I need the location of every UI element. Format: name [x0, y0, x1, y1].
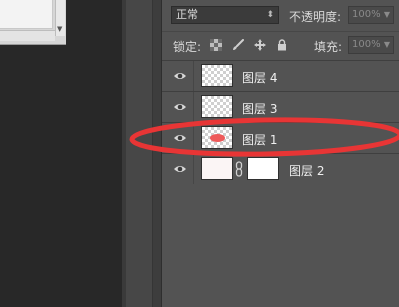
move-icon[interactable]	[254, 39, 266, 51]
lock-row: 锁定: 填充: 100% ▼	[162, 31, 399, 58]
fill-value: 100%	[352, 39, 381, 50]
lock-label: 锁定:	[173, 40, 202, 54]
chain-icon[interactable]	[235, 161, 243, 177]
eye-icon[interactable]	[173, 70, 187, 82]
layer-name[interactable]: 图层 4	[242, 69, 277, 86]
fill-label: 填充:	[314, 40, 343, 54]
eye-icon[interactable]	[173, 101, 187, 113]
panel-dock-gutter	[153, 0, 162, 307]
canvas-workspace: ▼	[0, 0, 122, 307]
checkerboard-lock-icon[interactable]	[210, 39, 222, 51]
collapsed-panel-dock[interactable]	[126, 0, 153, 307]
updown-caret-icon: ⬍	[266, 10, 274, 20]
scroll-down-arrow-icon[interactable]: ▼	[57, 25, 62, 33]
visibility-divider	[193, 92, 194, 122]
visibility-divider	[193, 154, 194, 184]
padlock-icon[interactable]	[276, 39, 288, 51]
layer-thumbnail[interactable]	[201, 157, 233, 180]
layer-row-2[interactable]: 图层 2	[162, 153, 399, 184]
document-horizontal-scrollbar[interactable]	[0, 30, 55, 41]
blend-mode-select[interactable]: 正常 ⬍	[171, 6, 279, 24]
layer-row-1[interactable]: 图层 1	[162, 122, 399, 153]
opacity-field[interactable]: 100% ▼	[348, 6, 394, 24]
document-window: ▼	[0, 0, 66, 45]
opacity-value: 100%	[352, 9, 381, 20]
fill-field[interactable]: 100% ▼	[348, 36, 394, 54]
layer-thumbnail[interactable]	[201, 126, 233, 149]
brush-icon[interactable]	[232, 39, 244, 51]
layer-mask-thumbnail[interactable]	[247, 157, 279, 180]
eye-icon[interactable]	[173, 163, 187, 175]
layers-panel: 正常 ⬍ 不透明度: 100% ▼ 锁定: 填充: 100% ▼ 图层 4 图层…	[162, 0, 399, 307]
eye-icon[interactable]	[173, 132, 187, 144]
blend-mode-value: 正常	[176, 8, 198, 21]
layer-thumbnail[interactable]	[201, 95, 233, 118]
document-vertical-scrollbar[interactable]: ▼	[55, 0, 65, 36]
opacity-dropdown-icon[interactable]: ▼	[384, 7, 390, 23]
layer-name[interactable]: 图层 3	[242, 100, 277, 117]
fill-dropdown-icon[interactable]: ▼	[384, 37, 390, 53]
blend-row: 正常 ⬍ 不透明度: 100% ▼	[162, 0, 399, 30]
opacity-label: 不透明度:	[289, 10, 342, 24]
layer-row-4[interactable]: 图层 4	[162, 60, 399, 91]
document-canvas[interactable]	[0, 0, 53, 29]
layer-name[interactable]: 图层 1	[242, 131, 277, 148]
visibility-divider	[193, 123, 194, 153]
layer-row-3[interactable]: 图层 3	[162, 91, 399, 122]
visibility-divider	[193, 61, 194, 91]
layer-thumbnail[interactable]	[201, 64, 233, 87]
red-blob-shape	[210, 134, 225, 142]
layer-name[interactable]: 图层 2	[289, 162, 324, 179]
